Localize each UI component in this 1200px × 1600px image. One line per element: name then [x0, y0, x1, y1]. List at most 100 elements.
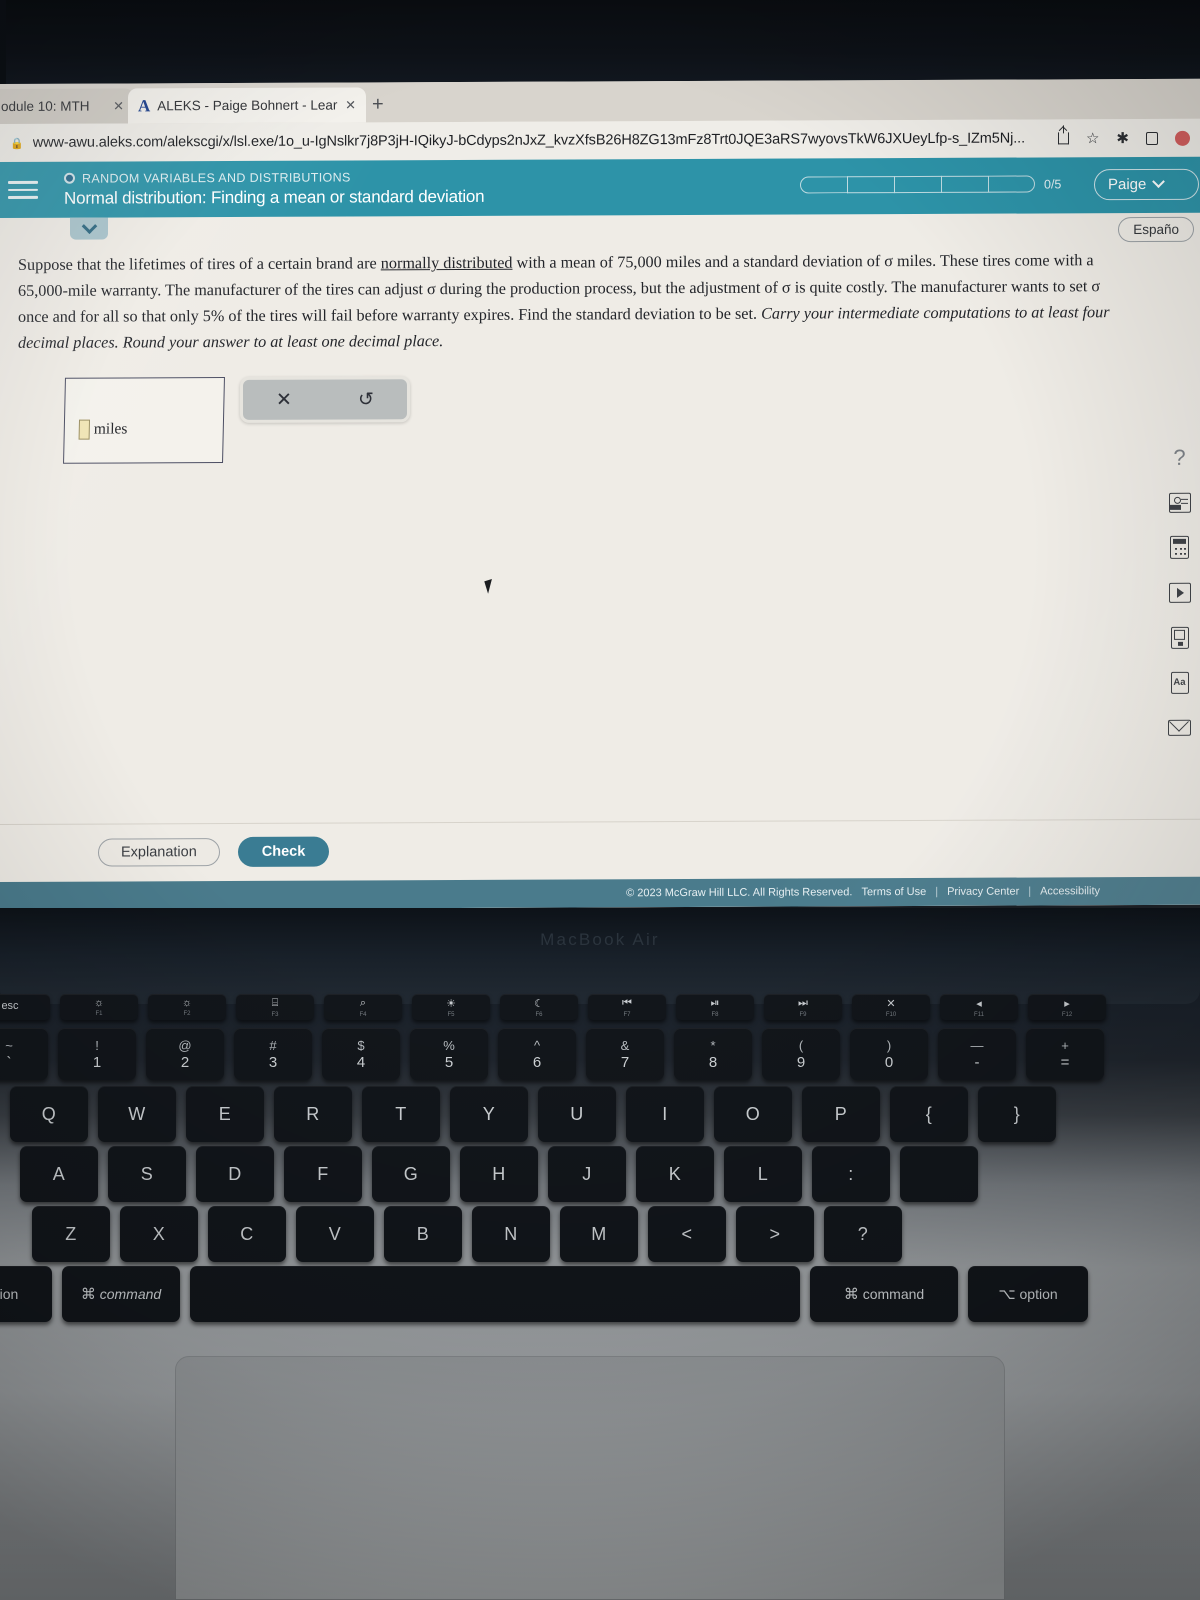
answer-input-field[interactable] [78, 419, 91, 440]
key-q[interactable]: Q [10, 1086, 88, 1142]
key-j[interactable]: J [548, 1146, 626, 1202]
key-command-left[interactable]: ⌘ command [62, 1266, 180, 1322]
bookmark-star-icon[interactable]: ☆ [1086, 129, 1099, 147]
key-l[interactable]: L [724, 1146, 802, 1202]
close-icon[interactable]: ✕ [345, 97, 356, 113]
share-icon[interactable] [1057, 132, 1069, 145]
key-a[interactable]: A [20, 1146, 98, 1202]
laptop-keyboard[interactable]: esc ☼ F1 ☼ F2 ⌸ F3 ⌕ F4 ☀ F5 ☾ F6 ⏮ F7 ⏯ F8 ⏭ F9 ✕ F10 ◂ F11 ▸ F… [0, 994, 1200, 1334]
key-6[interactable]: ^ 6 [498, 1028, 576, 1080]
browser-tab-active[interactable]: A ALEKS - Paige Bohnert - Learn ✕ [128, 87, 366, 124]
key-3[interactable]: #3 [234, 1028, 312, 1080]
key-fn-F4[interactable]: ⌕ F4 [324, 994, 402, 1020]
key-i[interactable]: I [626, 1086, 704, 1142]
key-b[interactable]: B [384, 1206, 462, 1262]
close-icon[interactable]: ✕ [113, 98, 124, 114]
key-k[interactable]: K [636, 1146, 714, 1202]
key-fn-F9[interactable]: ⏭ F9 [764, 994, 842, 1020]
key-w[interactable]: W [98, 1086, 176, 1142]
key-0[interactable]: ) 0 [850, 1028, 928, 1080]
action-bar: Explanation Check [0, 818, 1200, 880]
key-{[interactable]: { [890, 1086, 968, 1142]
question-part-1: Suppose that the lifetimes of tires of a… [18, 254, 381, 274]
key-?[interactable]: ? [824, 1206, 902, 1262]
key-r[interactable]: R [274, 1086, 352, 1142]
key-fn-F3[interactable]: ⌸ F3 [236, 994, 314, 1020]
key-c[interactable]: C [208, 1206, 286, 1262]
key-fn-F5[interactable]: ☀ F5 [412, 994, 490, 1020]
key-fn-F8[interactable]: ⏯ F8 [676, 994, 754, 1020]
hamburger-menu-icon[interactable] [8, 181, 38, 199]
terms-of-use-link[interactable]: Terms of Use [861, 886, 926, 898]
key-fn-F10[interactable]: ✕ F10 [852, 994, 930, 1020]
key-[interactable] [900, 1146, 978, 1202]
profile-avatar[interactable] [1175, 130, 1190, 146]
help-icon[interactable]: ? [1167, 444, 1192, 470]
reference-book-icon[interactable] [1167, 625, 1192, 650]
key-9[interactable]: (9 [762, 1028, 840, 1080]
key-control[interactable]: tion [0, 1266, 52, 1322]
key-f[interactable]: F [284, 1146, 362, 1202]
key-=[interactable]: + = [1026, 1028, 1104, 1080]
browser-address-bar[interactable]: 🔒 www-awu.aleks.com/alekscgi/x/lsl.exe/1… [0, 118, 1200, 162]
key-z[interactable]: Z [32, 1206, 110, 1262]
video-play-icon[interactable] [1167, 580, 1192, 605]
key-<[interactable]: < [648, 1206, 726, 1262]
answer-input-box[interactable]: miles [63, 377, 225, 464]
key-4[interactable]: $4 [322, 1028, 400, 1080]
key-`[interactable]: ~ ` [0, 1028, 48, 1080]
extensions-puzzle-icon[interactable]: ✱ [1116, 129, 1129, 147]
key-y[interactable]: Y [450, 1086, 528, 1142]
key-fn-esc[interactable]: esc [0, 994, 50, 1020]
key-command-right[interactable]: ⌘ command [810, 1266, 958, 1322]
key-x[interactable]: X [120, 1206, 198, 1262]
check-button[interactable]: Check [237, 836, 330, 867]
key-h[interactable]: H [460, 1146, 538, 1202]
key-t[interactable]: T [362, 1086, 440, 1142]
key-fn-F12[interactable]: ▸ F12 [1028, 994, 1106, 1020]
key-g[interactable]: G [372, 1146, 450, 1202]
key-fn-F11[interactable]: ◂ F11 [940, 994, 1018, 1020]
key-option-right[interactable]: ⌥ option [968, 1266, 1088, 1322]
key-fn-F7[interactable]: ⏮ F7 [588, 994, 666, 1020]
browser-tab-inactive[interactable]: or Module 10: MTH ✕ [0, 88, 134, 125]
normally-distributed-link[interactable]: normally distributed [381, 254, 513, 273]
clear-icon[interactable]: ✕ [276, 389, 292, 410]
key-1[interactable]: ! 1 [58, 1028, 136, 1080]
key-fn-F1[interactable]: ☼ F1 [60, 994, 138, 1020]
key-u[interactable]: U [538, 1086, 616, 1142]
key->[interactable]: > [736, 1206, 814, 1262]
key-2[interactable]: @2 [146, 1028, 224, 1080]
key-8[interactable]: * 8 [674, 1028, 752, 1080]
key-m[interactable]: M [560, 1206, 638, 1262]
explanation-button[interactable]: Explanation [98, 837, 220, 867]
user-menu-button[interactable]: Paige [1094, 168, 1199, 201]
privacy-center-link[interactable]: Privacy Center [947, 886, 1019, 898]
glossary-icon[interactable]: Aa [1167, 670, 1192, 695]
key-p[interactable]: P [802, 1086, 880, 1142]
key-d[interactable]: D [196, 1146, 274, 1202]
url-text[interactable]: www-awu.aleks.com/alekscgi/x/lsl.exe/1o_… [33, 130, 1046, 151]
key-:[interactable]: : [812, 1146, 890, 1202]
sidebar-icon[interactable] [1146, 131, 1158, 145]
trackpad[interactable] [175, 1356, 1005, 1600]
key-space[interactable] [190, 1266, 800, 1322]
key-}[interactable]: } [978, 1086, 1056, 1142]
message-icon[interactable] [1167, 715, 1192, 740]
key-v[interactable]: V [296, 1206, 374, 1262]
accessibility-link[interactable]: Accessibility [1040, 885, 1100, 897]
tutor-card-icon[interactable] [1167, 490, 1192, 515]
key-7[interactable]: & 7 [586, 1028, 664, 1080]
undo-icon[interactable]: ↺ [358, 389, 374, 410]
key-5[interactable]: % 5 [410, 1028, 488, 1080]
new-tab-button[interactable]: + [372, 93, 384, 115]
key-fn-F6[interactable]: ☾ F6 [500, 994, 578, 1020]
key-o[interactable]: O [714, 1086, 792, 1142]
key-s[interactable]: S [108, 1146, 186, 1202]
key-n[interactable]: N [472, 1206, 550, 1262]
key--[interactable]: — - [938, 1028, 1016, 1080]
key-fn-F2[interactable]: ☼ F2 [148, 994, 226, 1020]
key-e[interactable]: E [186, 1086, 264, 1142]
tools-rail: ? Aa [1167, 444, 1192, 740]
calculator-icon[interactable] [1167, 535, 1192, 560]
